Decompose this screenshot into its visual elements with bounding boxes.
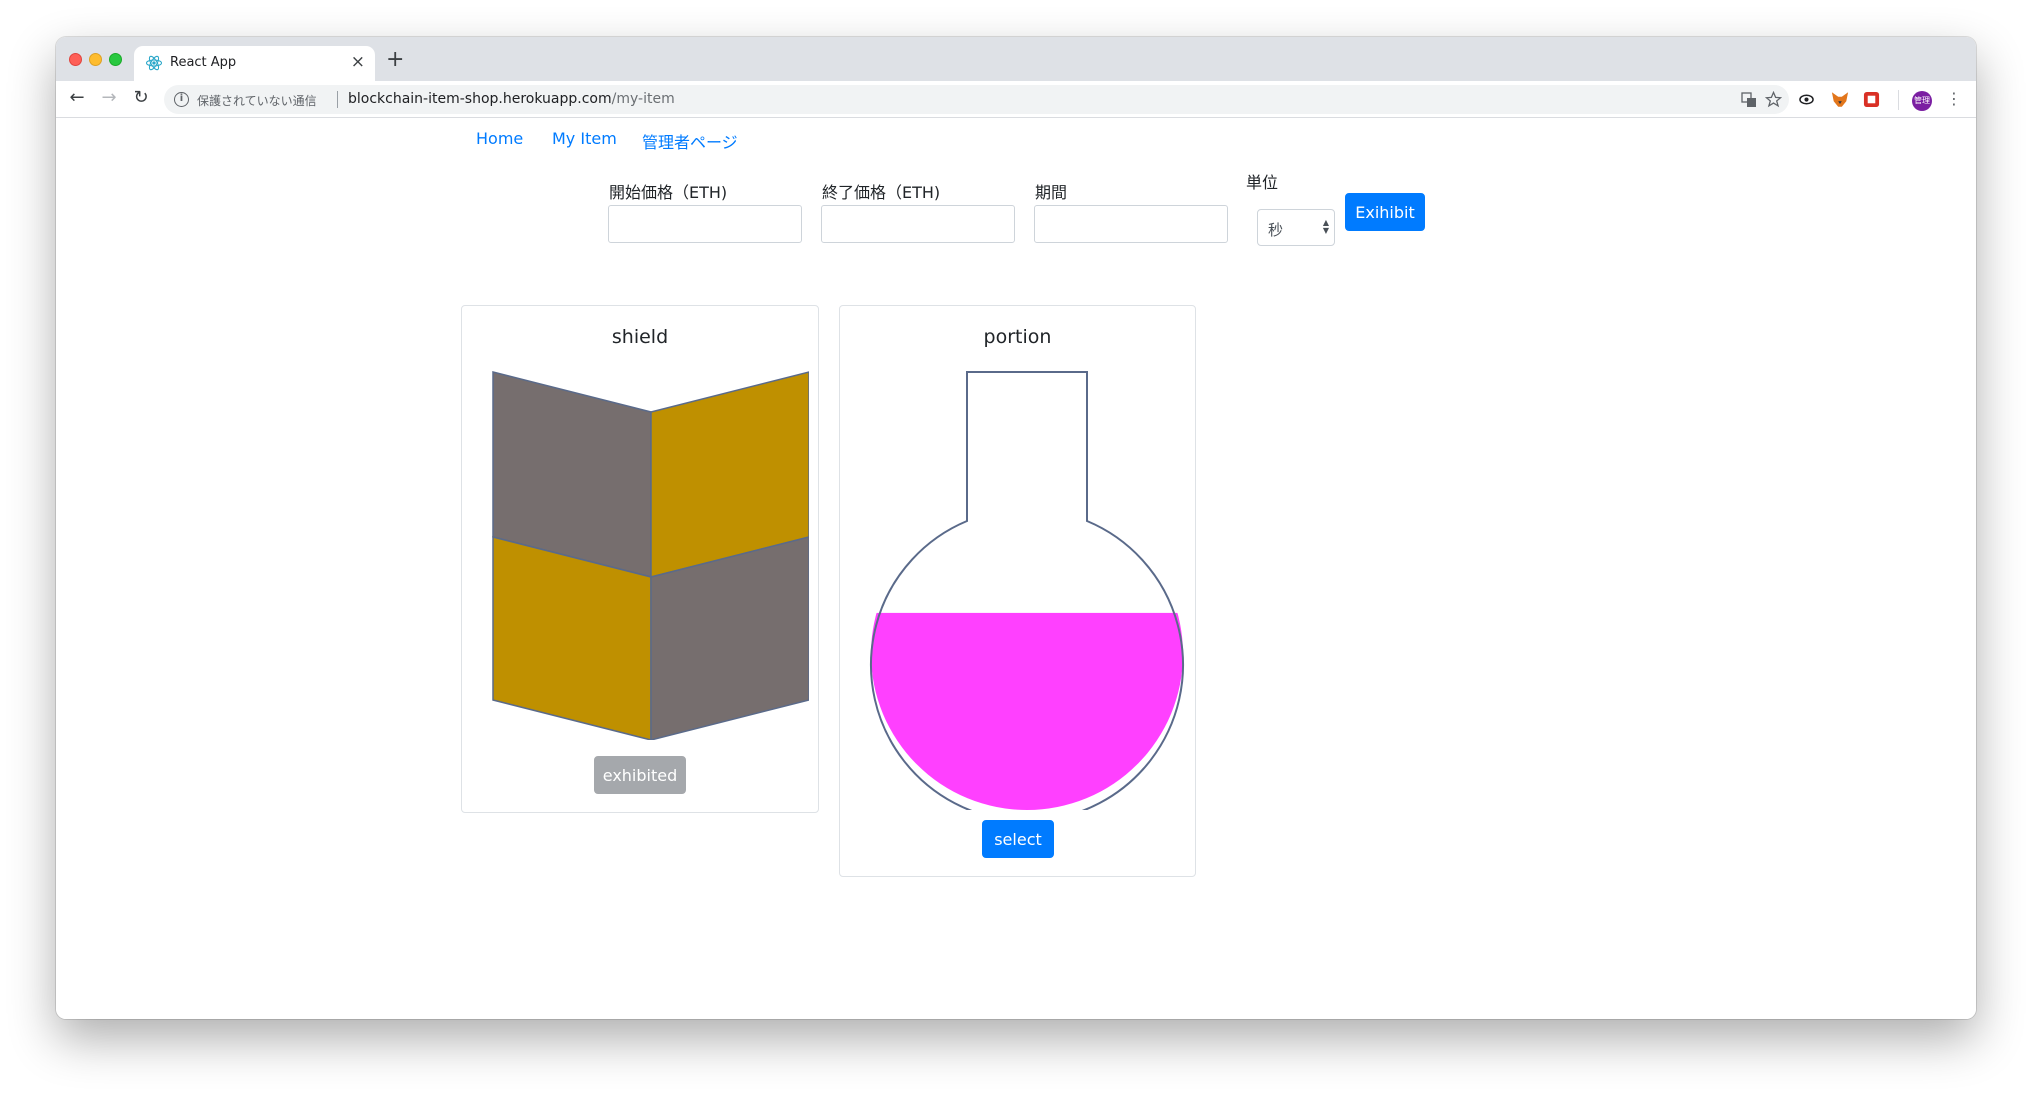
item-card-shield: shield exhibited <box>461 305 819 813</box>
extension-eye-icon[interactable] <box>1799 92 1814 107</box>
browser-tab[interactable]: React App × <box>134 46 375 81</box>
period-input[interactable] <box>1034 205 1228 243</box>
end-price-input[interactable] <box>821 205 1015 243</box>
start-price-label: 開始価格（ETH) <box>609 183 728 202</box>
maximize-window-button[interactable] <box>109 53 122 66</box>
url-host: blockchain-item-shop.herokuapp.com <box>348 91 612 107</box>
select-arrows-icon: ▲ ▼ <box>1322 218 1329 235</box>
profile-avatar[interactable]: 管理 <box>1912 91 1932 111</box>
potion-flask-icon <box>870 371 1184 810</box>
back-arrow-icon[interactable]: ← <box>65 87 89 108</box>
url-text[interactable]: blockchain-item-shop.herokuapp.com/my-it… <box>348 91 675 107</box>
period-label: 期間 <box>1035 183 1068 202</box>
unit-select[interactable]: 秒 ▲ ▼ <box>1257 209 1335 246</box>
unit-label: 単位 <box>1246 173 1279 192</box>
bookmark-star-icon[interactable] <box>1765 91 1782 108</box>
item-name-shield: shield <box>611 326 669 348</box>
title-bar: React App × + <box>56 37 1976 81</box>
tab-title: React App <box>170 55 237 70</box>
minimize-window-button[interactable] <box>89 53 102 66</box>
close-window-button[interactable] <box>69 53 82 66</box>
select-button[interactable]: select <box>982 820 1054 858</box>
translate-icon[interactable] <box>1741 92 1757 108</box>
address-separator <box>337 91 338 108</box>
exhibit-button[interactable]: Exihibit <box>1345 193 1425 231</box>
security-label: 保護されていない通信 <box>197 94 317 108</box>
nav-link-my-item[interactable]: My Item <box>552 129 617 148</box>
end-price-label: 終了価格（ETH) <box>822 183 941 202</box>
address-bar[interactable]: i 保護されていない通信 blockchain-item-shop.heroku… <box>164 85 1789 114</box>
item-name-portion: portion <box>983 326 1052 348</box>
nav-link-home[interactable]: Home <box>476 129 523 148</box>
url-path: /my-item <box>611 91 675 107</box>
metamask-fox-icon[interactable] <box>1831 91 1849 108</box>
exhibited-button: exhibited <box>594 756 686 794</box>
start-price-input[interactable] <box>608 205 802 243</box>
page-content: Home My Item 管理者ページ 開始価格（ETH) 終了価格（ETH) … <box>56 119 1976 1019</box>
nav-link-admin[interactable]: 管理者ページ <box>642 129 738 153</box>
reload-icon[interactable]: ↻ <box>129 87 153 108</box>
toolbar-separator <box>1898 90 1899 110</box>
more-vertical-icon[interactable]: ⋮ <box>1946 89 1962 108</box>
tab-close-icon[interactable]: × <box>351 52 365 72</box>
react-logo-icon <box>145 55 163 71</box>
browser-toolbar: ← → ↻ i 保護されていない通信 blockchain-item-shop.… <box>56 81 1976 118</box>
unit-selected-value: 秒 <box>1268 221 1284 239</box>
extension-badge-icon[interactable] <box>1863 91 1880 108</box>
info-icon[interactable]: i <box>174 92 189 107</box>
item-card-portion: portion select <box>839 305 1196 877</box>
shield-icon <box>492 371 809 740</box>
new-tab-icon[interactable]: + <box>386 47 404 72</box>
forward-arrow-icon[interactable]: → <box>97 87 121 108</box>
browser-window: React App × + ← → ↻ i 保護されていない通信 blockch… <box>56 37 1976 1019</box>
